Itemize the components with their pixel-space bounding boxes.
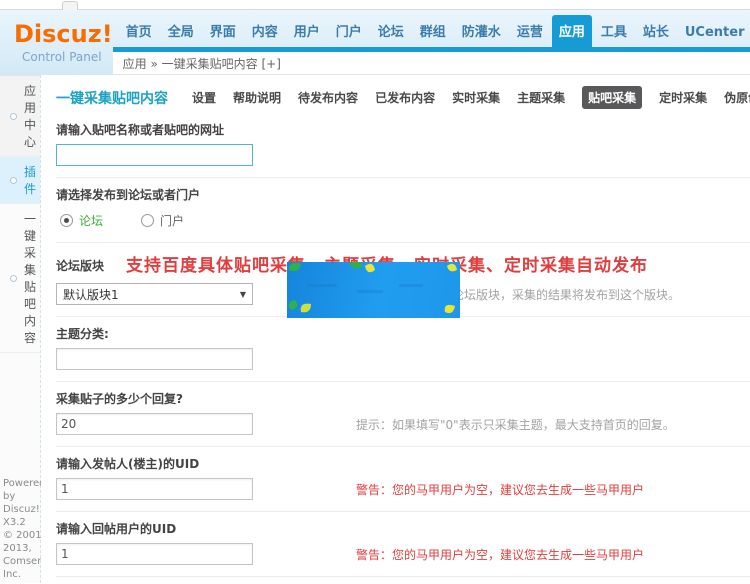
radio-portal-label: 门户 (160, 212, 184, 229)
poster-uid-input[interactable] (56, 478, 253, 500)
radio-forum-label: 论坛 (79, 212, 103, 229)
tab[interactable]: 实时采集 (452, 89, 500, 106)
tab[interactable]: 贴吧采集 (582, 86, 642, 109)
radio-forum[interactable]: 论坛 (60, 212, 103, 229)
topic-category-input[interactable] (56, 348, 253, 370)
page-title: 一键采集贴吧内容 (56, 88, 168, 108)
sidebar-menu: 应用中心 插件 一键采集贴吧内容 (0, 75, 40, 353)
tieba-name-input[interactable] (56, 144, 253, 166)
nav-item[interactable]: 门户 (329, 15, 369, 47)
field-replier-uid: 请输入回帖用户的UID 警告：您的马甲用户为空，建议您去生成一些马甲用户 (56, 512, 750, 577)
field-topic-category: 主题分类: (56, 317, 750, 382)
tab[interactable]: 定时采集 (659, 89, 707, 106)
field-tieba-name: 请输入贴吧名称或者贴吧的网址 (56, 113, 750, 178)
tieba-name-label: 请输入贴吧名称或者贴吧的网址 (56, 121, 750, 138)
browser-tab-artifact (62, 1, 78, 10)
tab[interactable]: 待发布内容 (298, 89, 358, 106)
tab[interactable]: 设置 (192, 89, 216, 106)
nav-item[interactable]: 运营 (510, 15, 550, 47)
replier-uid-label: 请输入回帖用户的UID (56, 520, 750, 537)
tab[interactable]: 主题采集 (517, 89, 565, 106)
tab[interactable]: 帮助说明 (233, 89, 281, 106)
nav-item[interactable]: 工具 (594, 15, 634, 47)
nav-item[interactable]: 群组 (413, 15, 453, 47)
discuz-admin-page: Discuz! Control Panel 首页全局界面内容用户门户论坛群组防灌… (0, 0, 750, 584)
leaf-decorations (289, 262, 457, 313)
nav-item[interactable]: 站长 (636, 15, 676, 47)
main-content: 一键采集贴吧内容 设置帮助说明待发布内容已发布内容实时采集主题采集贴吧采集定时采… (41, 75, 750, 583)
field-reply-count: 采集贴子的多少个回复? 提示：如果填写"0"表示只采集主题，最大支持首页的回复。 (56, 382, 750, 447)
publish-target-options: 论坛 门户 (56, 209, 750, 231)
top-nav: 首页全局界面内容用户门户论坛群组防灌水运营应用工具站长UCenter (113, 10, 750, 47)
sidebar-item[interactable]: 应用中心 (0, 75, 40, 157)
promo-banner-image (287, 262, 460, 318)
sidebar-item-label: 插件 (24, 163, 36, 197)
reply-count-input[interactable] (56, 413, 253, 435)
logo-block: Discuz! Control Panel (0, 10, 113, 75)
field-reply-duration: 回帖的总时长(单位秒) 提示：这儿的数值越大，表示回帖时间间隔也越大 (56, 577, 750, 584)
replier-uid-input[interactable] (56, 543, 253, 565)
field-poster-uid: 请输入发帖人(楼主)的UID 警告：您的马甲用户为空，建议您去生成一些马甲用户 (56, 447, 750, 512)
nav-item[interactable]: UCenter (678, 19, 750, 47)
poster-uid-warning: 警告：您的马甲用户为空，建议您去生成一些马甲用户 (356, 481, 644, 498)
radio-unselected-icon (141, 214, 154, 227)
reply-count-hint: 提示：如果填写"0"表示只采集主题，最大支持首页的回复。 (356, 416, 675, 433)
discuz-logo: Discuz! (14, 20, 113, 48)
sidebar-item-label: 应用中心 (24, 82, 36, 150)
sidebar-item[interactable]: 插件 (0, 157, 40, 204)
poster-uid-label: 请输入发帖人(楼主)的UID (56, 455, 750, 472)
replier-uid-warning: 警告：您的马甲用户为空，建议您去生成一些马甲用户 (356, 546, 644, 563)
tab[interactable]: 伪原创 (724, 89, 750, 106)
body: 应用中心 插件 一键采集贴吧内容 Powered by Discuz! X3.2… (0, 75, 750, 583)
nav-item[interactable]: 用户 (287, 15, 327, 47)
bullet-circle-icon (10, 113, 17, 120)
nav-item[interactable]: 内容 (245, 15, 285, 47)
nav-item[interactable]: 界面 (203, 15, 243, 47)
control-panel-label: Control Panel (22, 50, 113, 64)
title-row: 一键采集贴吧内容 设置帮助说明待发布内容已发布内容实时采集主题采集贴吧采集定时采… (56, 86, 750, 109)
forum-block-label: 论坛版块 (56, 257, 104, 274)
field-publish-target: 请选择发布到论坛或者门户 论坛 门户 (56, 178, 750, 243)
sidebar-item[interactable]: 一键采集贴吧内容 (0, 204, 40, 353)
sidebar: 应用中心 插件 一键采集贴吧内容 Powered by Discuz! X3.2… (0, 75, 41, 583)
nav-item[interactable]: 应用 (552, 15, 592, 47)
publish-target-label: 请选择发布到论坛或者门户 (56, 186, 750, 203)
sidebar-item-label: 一键采集贴吧内容 (24, 210, 36, 346)
nav-item[interactable]: 全局 (161, 15, 201, 47)
forum-block-selected-value: 默认版块1 (63, 286, 119, 303)
tab[interactable]: 已发布内容 (375, 89, 435, 106)
browser-edge-strip (0, 0, 750, 10)
radio-portal[interactable]: 门户 (141, 212, 184, 229)
nav-area: 首页全局界面内容用户门户论坛群组防灌水运营应用工具站长UCenter 应用 » … (113, 10, 750, 75)
bullet-circle-icon (10, 275, 17, 282)
nav-item[interactable]: 首页 (119, 15, 159, 47)
reply-count-label: 采集贴子的多少个回复? (56, 390, 750, 407)
nav-item[interactable]: 防灌水 (455, 15, 508, 47)
bullet-circle-icon (10, 177, 17, 184)
plugin-tabs: 设置帮助说明待发布内容已发布内容实时采集主题采集贴吧采集定时采集伪原创注册马甲管… (192, 86, 750, 109)
header: Discuz! Control Panel 首页全局界面内容用户门户论坛群组防灌… (0, 10, 750, 75)
nav-item[interactable]: 论坛 (371, 15, 411, 47)
radio-selected-icon (60, 214, 73, 227)
breadcrumb: 应用 » 一键采集贴吧内容 [+] (113, 52, 750, 75)
chevron-down-icon: ▼ (240, 290, 246, 299)
topic-category-label: 主题分类: (56, 325, 750, 342)
forum-block-select[interactable]: 默认版块1 ▼ (56, 283, 253, 305)
